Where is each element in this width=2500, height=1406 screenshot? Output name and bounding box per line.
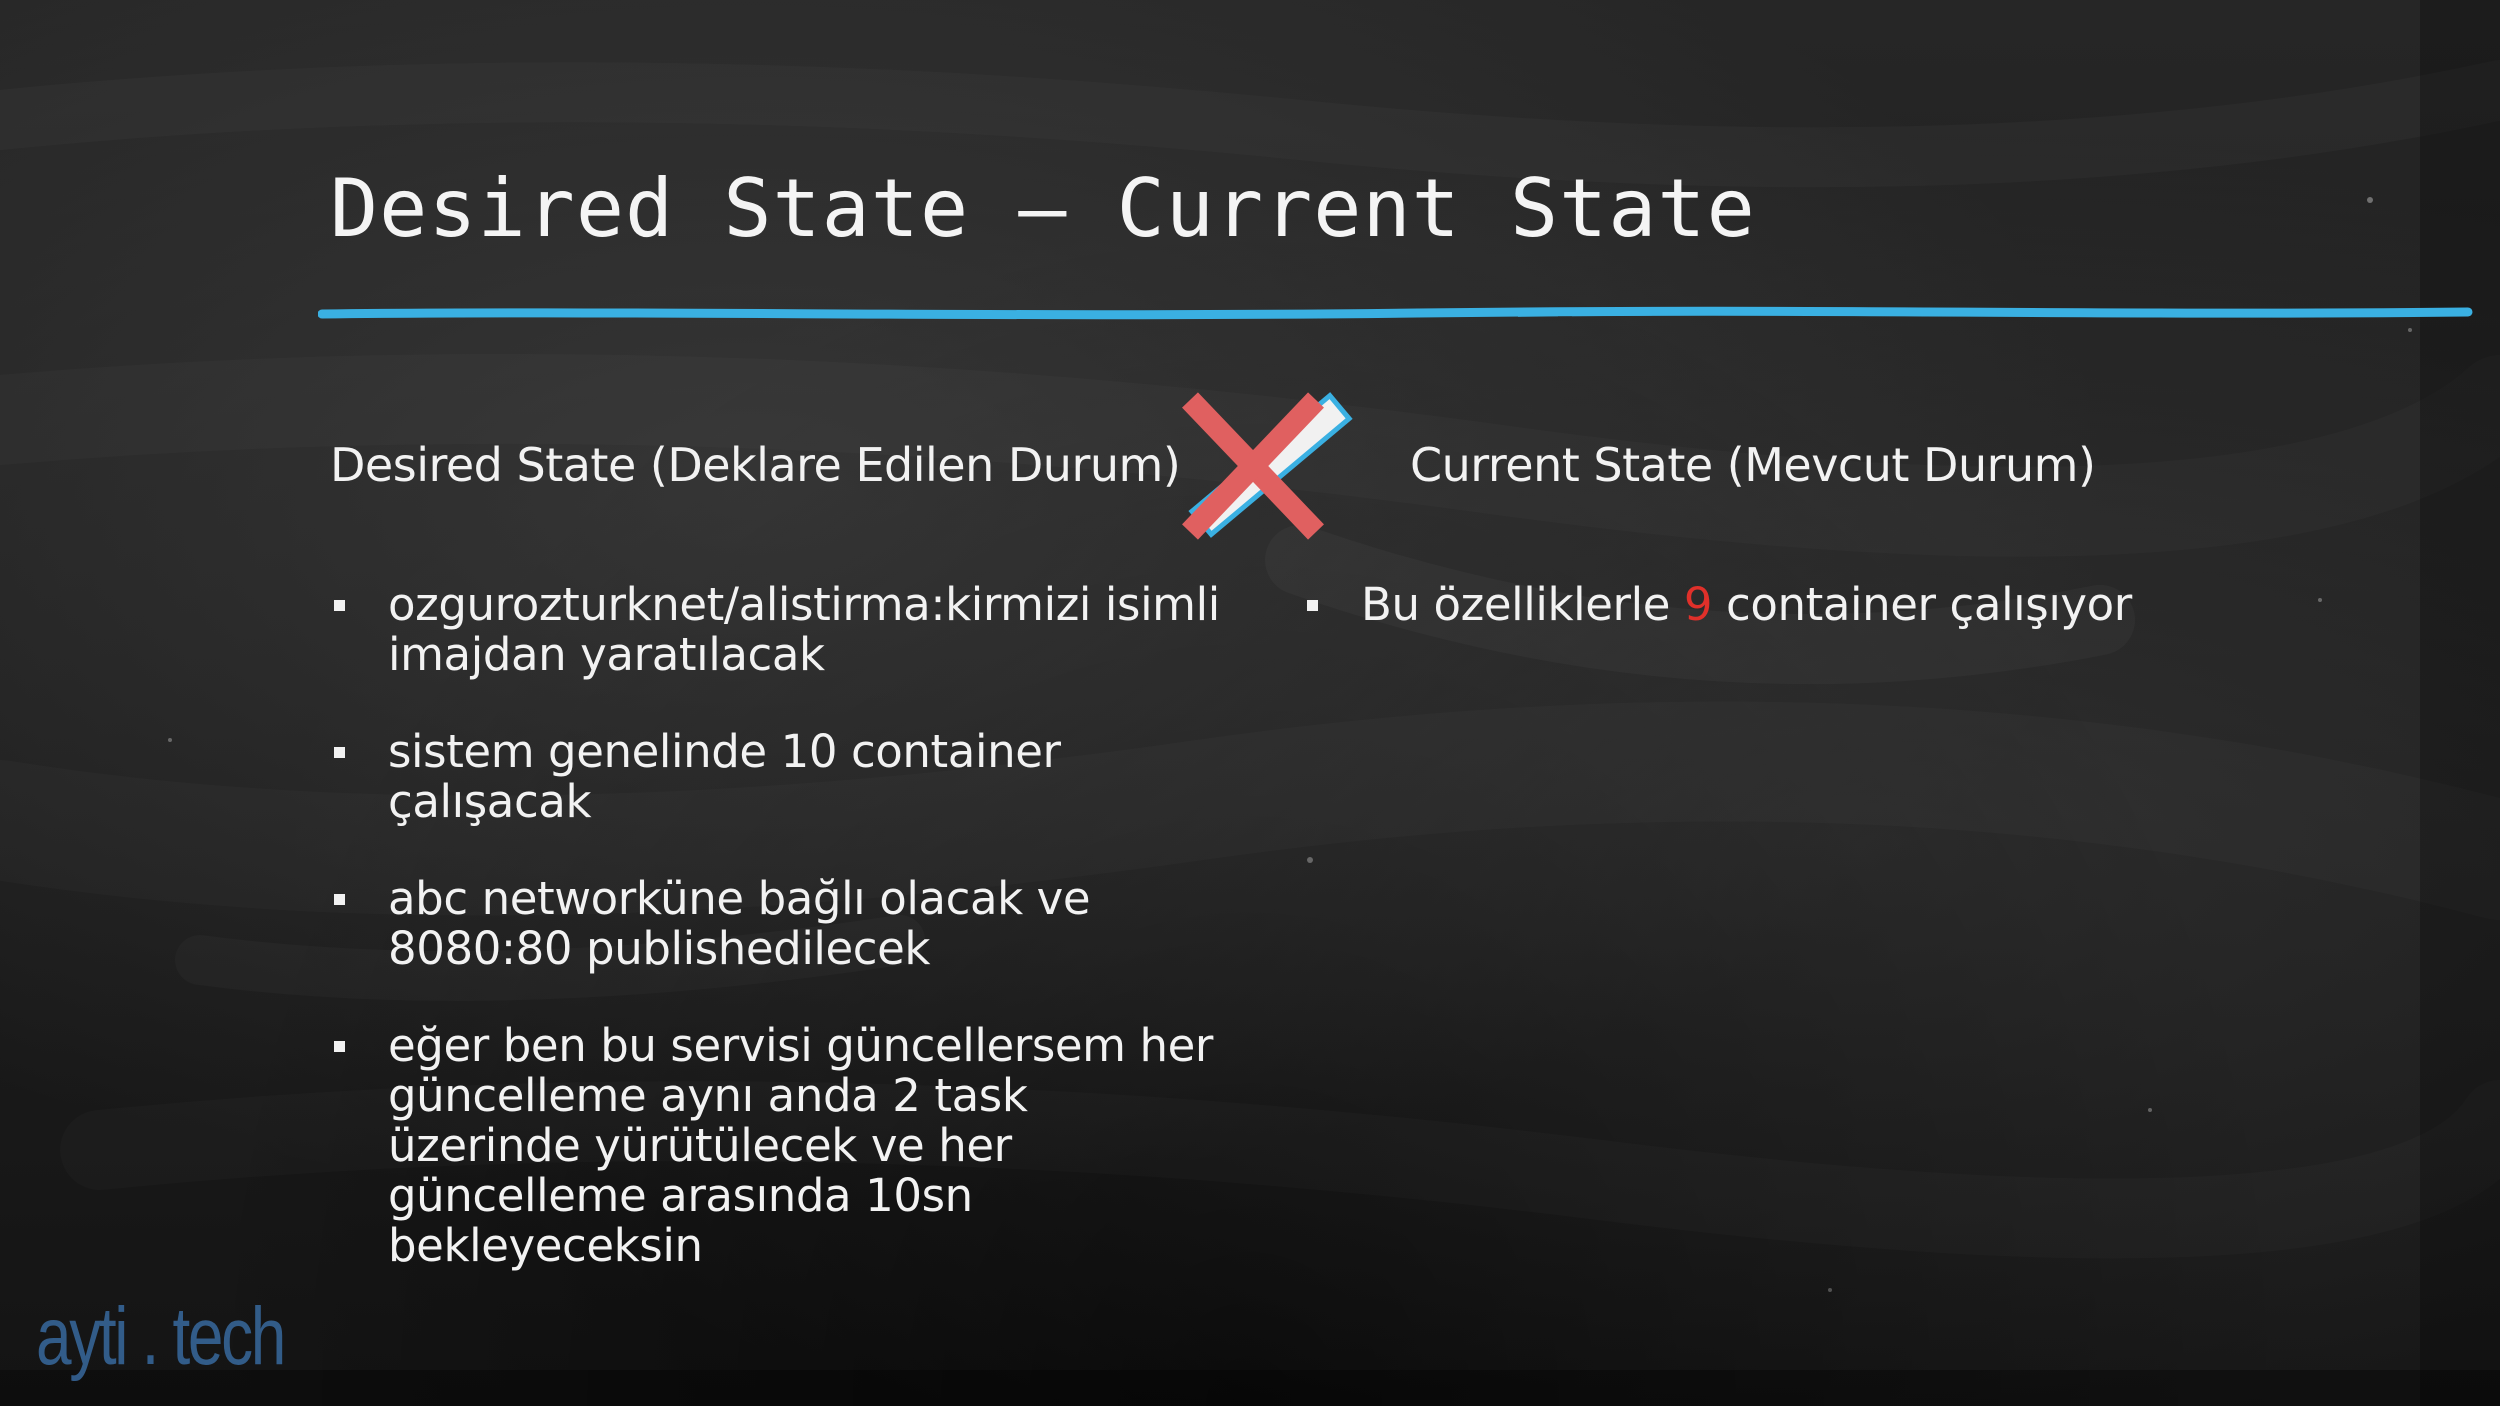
square-bullet-icon [1307, 600, 1318, 611]
bullet-text: abc networküne bağlı olacak ve 8080:80 p… [388, 872, 1091, 975]
desired-state-heading: Desired State (Deklare Edilen Durum) [330, 438, 1181, 492]
square-bullet-icon [334, 894, 345, 905]
container-count: 9 [1683, 578, 1713, 631]
brand-logo: ayti . tech [36, 1291, 286, 1382]
title-underline [318, 306, 2473, 320]
list-item: eğer ben bu servisi güncellersem her gün… [330, 1021, 1230, 1271]
current-state-list: Bu özelliklerle 9 container çalışıyor [1303, 580, 2203, 677]
list-item: Bu özelliklerle 9 container çalışıyor [1303, 580, 2203, 630]
square-bullet-icon [334, 747, 345, 758]
list-item: sistem genelinde 10 container çalışacak [330, 727, 1230, 827]
list-item: ozgurozturknet/alistirma:kirmizi isimli … [330, 580, 1230, 680]
square-bullet-icon [334, 1041, 345, 1052]
slide: Desired State – Current State Desired St… [0, 0, 2500, 1406]
bullet-text-prefix: Bu özelliklerle [1361, 578, 1684, 631]
bullet-text: eğer ben bu servisi güncellersem her gün… [388, 1019, 1214, 1272]
x-mark-icon [1182, 392, 1353, 540]
bullet-text-suffix: container çalışıyor [1712, 578, 2132, 631]
bullet-text: sistem genelinde 10 container çalışacak [388, 725, 1061, 828]
slide-title: Desired State – Current State [330, 162, 1756, 255]
current-state-heading: Current State (Mevcut Durum) [1410, 438, 2096, 492]
desired-state-list: ozgurozturknet/alistirma:kirmizi isimli … [330, 580, 1230, 1318]
square-bullet-icon [334, 600, 345, 611]
list-item: abc networküne bağlı olacak ve 8080:80 p… [330, 874, 1230, 974]
bullet-text: ozgurozturknet/alistirma:kirmizi isimli … [388, 578, 1220, 681]
